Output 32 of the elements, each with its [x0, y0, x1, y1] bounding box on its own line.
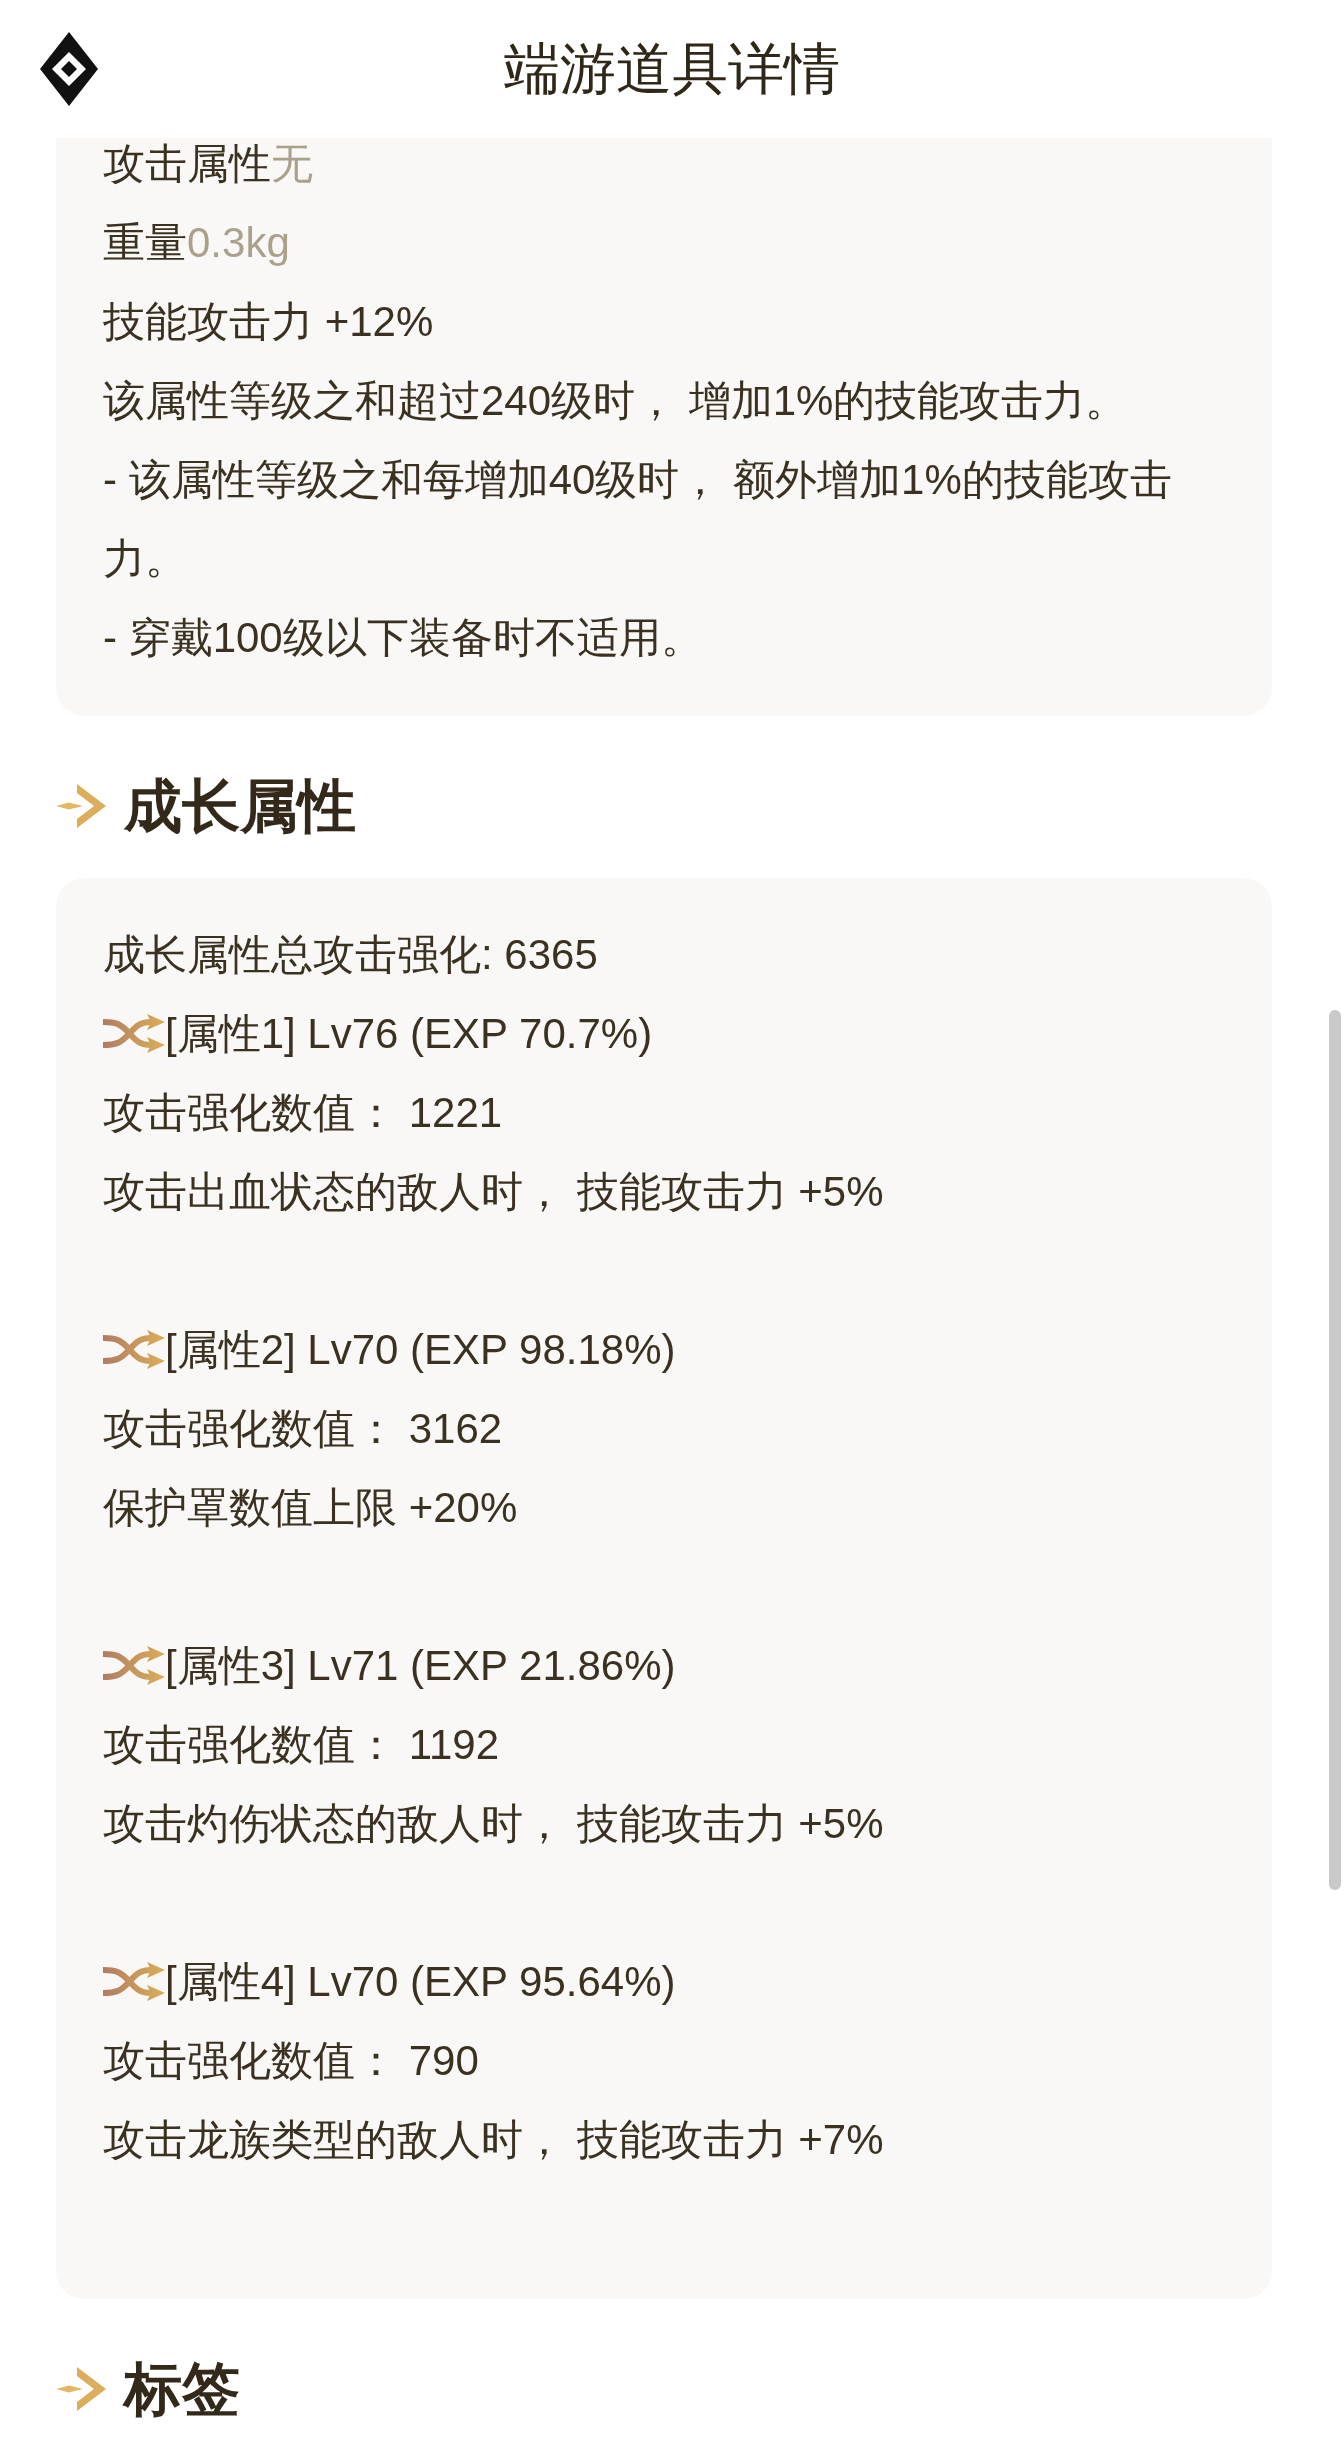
arrow-icon [56, 2365, 106, 2413]
page-title: 端游道具详情 [504, 36, 840, 103]
attribute-effect: 保护罩数值上限 +20% [103, 1483, 519, 1533]
description-text: 该属性等级之和超过240级时， 增加1%的技能攻击力。 [103, 376, 1129, 426]
shuffle-icon [103, 1645, 165, 1686]
shuffle-icon [103, 1013, 165, 1054]
attribute-value: 攻击强化数值： 3162 [103, 1404, 504, 1454]
section-title: 成长属性 [124, 772, 356, 840]
description-text: - 穿戴100级以下装备时不适用。 [103, 613, 704, 663]
description-text: 技能攻击力 +12% [103, 297, 435, 347]
shuffle-icon [103, 1961, 165, 2002]
field-label: 重量 [103, 219, 187, 266]
attribute-effect: 攻击出血状态的敌人时， 技能攻击力 +5% [103, 1167, 885, 1217]
field-value: 0.3kg [187, 219, 290, 266]
attribute-title: [属性4] Lv70 (EXP 95.64%) [165, 1957, 676, 2007]
shuffle-icon [103, 1329, 165, 1370]
attribute-value: 攻击强化数值： 790 [103, 2036, 480, 2086]
attribute-title: [属性3] Lv71 (EXP 21.86%) [165, 1641, 676, 1691]
attribute-value: 攻击强化数值： 1221 [103, 1088, 504, 1138]
field-value: 无 [271, 140, 313, 187]
total-text: 成长属性总攻击强化: 6365 [103, 930, 599, 980]
attribute-title: [属性2] Lv70 (EXP 98.18%) [165, 1325, 676, 1375]
logo-icon[interactable] [40, 32, 98, 106]
attribute-effect: 攻击龙族类型的敌人时， 技能攻击力 +7% [103, 2115, 885, 2165]
section-title: 标签 [124, 2355, 240, 2423]
description-text: - 该属性等级之和每增加40级时， 额外增加1%的技能攻击力。 [103, 455, 1173, 584]
attribute-effect: 攻击灼伤状态的敌人时， 技能攻击力 +5% [103, 1799, 885, 1849]
scrollbar-thumb[interactable] [1329, 1010, 1341, 1890]
arrow-icon [56, 782, 106, 830]
attribute-title: [属性1] Lv76 (EXP 70.7%) [165, 1009, 653, 1059]
field-label: 攻击属性 [103, 140, 271, 187]
attribute-value: 攻击强化数值： 1192 [103, 1720, 500, 1770]
